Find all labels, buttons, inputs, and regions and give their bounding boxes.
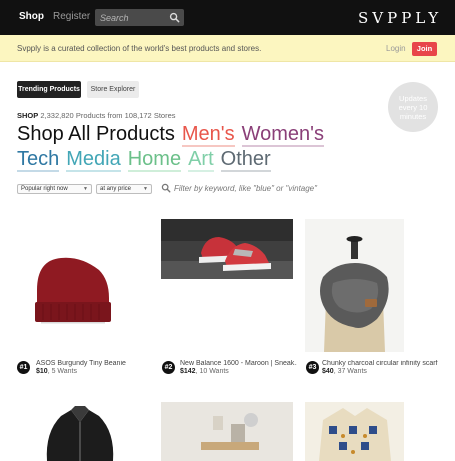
badge-line: Updates bbox=[399, 94, 427, 103]
product-wants: , 10 Wants bbox=[195, 368, 229, 375]
login-link[interactable]: Login bbox=[386, 44, 406, 53]
category-home[interactable]: Home bbox=[127, 148, 182, 172]
sort-select[interactable]: Popular right now ▼ bbox=[17, 184, 92, 194]
sort-select-value: Popular right now bbox=[21, 186, 68, 192]
sneakers-illustration bbox=[161, 219, 293, 279]
product-title[interactable]: ASOS Burgundy Tiny Beanie bbox=[36, 360, 146, 367]
tab-store-explorer[interactable]: Store Explorer bbox=[87, 81, 139, 98]
products-from-text: Products from bbox=[75, 111, 123, 120]
stores-label: Stores bbox=[153, 111, 176, 120]
product-image-desk[interactable] bbox=[161, 402, 293, 461]
category-other[interactable]: Other bbox=[220, 148, 271, 172]
svpply-logo[interactable]: SVPPLY bbox=[358, 9, 442, 27]
product-image-leather-jacket[interactable] bbox=[17, 402, 143, 461]
category-mens[interactable]: Men's bbox=[181, 123, 235, 147]
product-meta: $142, 10 Wants bbox=[180, 368, 229, 375]
search-icon bbox=[161, 183, 171, 193]
store-count: 108,172 bbox=[124, 111, 152, 120]
product-image-scarf[interactable] bbox=[305, 219, 404, 352]
category-tech[interactable]: Tech bbox=[17, 148, 60, 172]
notice-bar: Svpply is a curated collection of the wo… bbox=[0, 35, 455, 62]
jacket-illustration bbox=[46, 406, 114, 461]
join-button[interactable]: Join bbox=[412, 42, 437, 56]
product-meta: $40, 37 Wants bbox=[322, 368, 367, 375]
shop-label: SHOP bbox=[17, 111, 39, 120]
category-media[interactable]: Media bbox=[66, 148, 121, 172]
keyword-filter-input[interactable] bbox=[172, 182, 322, 195]
chevron-down-icon: ▼ bbox=[83, 186, 88, 192]
shirt-illustration bbox=[319, 408, 391, 461]
product-wants: , 37 Wants bbox=[333, 368, 367, 375]
chevron-down-icon: ▼ bbox=[143, 186, 148, 192]
search-input[interactable] bbox=[95, 9, 165, 26]
price-select-value: at any price bbox=[100, 186, 132, 192]
category-art[interactable]: Art bbox=[188, 148, 214, 172]
category-nav-row-1: Shop All Products Men's Women's bbox=[17, 123, 331, 147]
desk-illustration bbox=[161, 402, 293, 461]
nav-register-link[interactable]: Register bbox=[53, 11, 90, 22]
badge-line: minutes bbox=[399, 112, 427, 121]
product-price: $142 bbox=[180, 368, 196, 375]
category-nav-row-2: Tech Media Home Art Other bbox=[17, 148, 278, 172]
product-title[interactable]: Chunky charcoal circular infinity scarf bbox=[322, 360, 438, 367]
product-price: $10 bbox=[36, 368, 48, 375]
product-image-printed-shirt[interactable] bbox=[305, 402, 404, 461]
scarf-illustration bbox=[305, 219, 404, 352]
price-select[interactable]: at any price ▼ bbox=[96, 184, 152, 194]
tab-trending-products[interactable]: Trending Products bbox=[17, 81, 81, 98]
product-wants: , 5 Wants bbox=[47, 368, 77, 375]
rank-badge: #1 bbox=[17, 361, 30, 374]
product-image-sneakers[interactable] bbox=[161, 219, 293, 279]
beanie-illustration bbox=[35, 257, 111, 324]
product-meta: $10, 5 Wants bbox=[36, 368, 77, 375]
nav-shop-link[interactable]: Shop bbox=[19, 11, 44, 22]
notice-text: Svpply is a curated collection of the wo… bbox=[17, 44, 262, 53]
badge-line: every 10 bbox=[398, 103, 428, 112]
search-icon[interactable] bbox=[169, 12, 180, 23]
product-image-beanie[interactable] bbox=[17, 218, 143, 346]
product-price: $40 bbox=[322, 368, 334, 375]
product-title[interactable]: New Balance 1600 - Maroon | Sneak... bbox=[180, 360, 297, 367]
search-box bbox=[95, 9, 184, 26]
product-count: 2,332,820 bbox=[40, 111, 74, 120]
shop-counts: SHOP 2,332,820 Products from 108,172 Sto… bbox=[17, 111, 176, 120]
top-nav-bar: Shop Register SVPPLY bbox=[0, 0, 455, 35]
rank-badge: #3 bbox=[306, 361, 319, 374]
category-shop-all[interactable]: Shop All Products bbox=[17, 123, 175, 145]
rank-badge: #2 bbox=[162, 361, 175, 374]
update-frequency-badge: Updates every 10 minutes bbox=[388, 82, 438, 132]
category-womens[interactable]: Women's bbox=[241, 123, 324, 147]
